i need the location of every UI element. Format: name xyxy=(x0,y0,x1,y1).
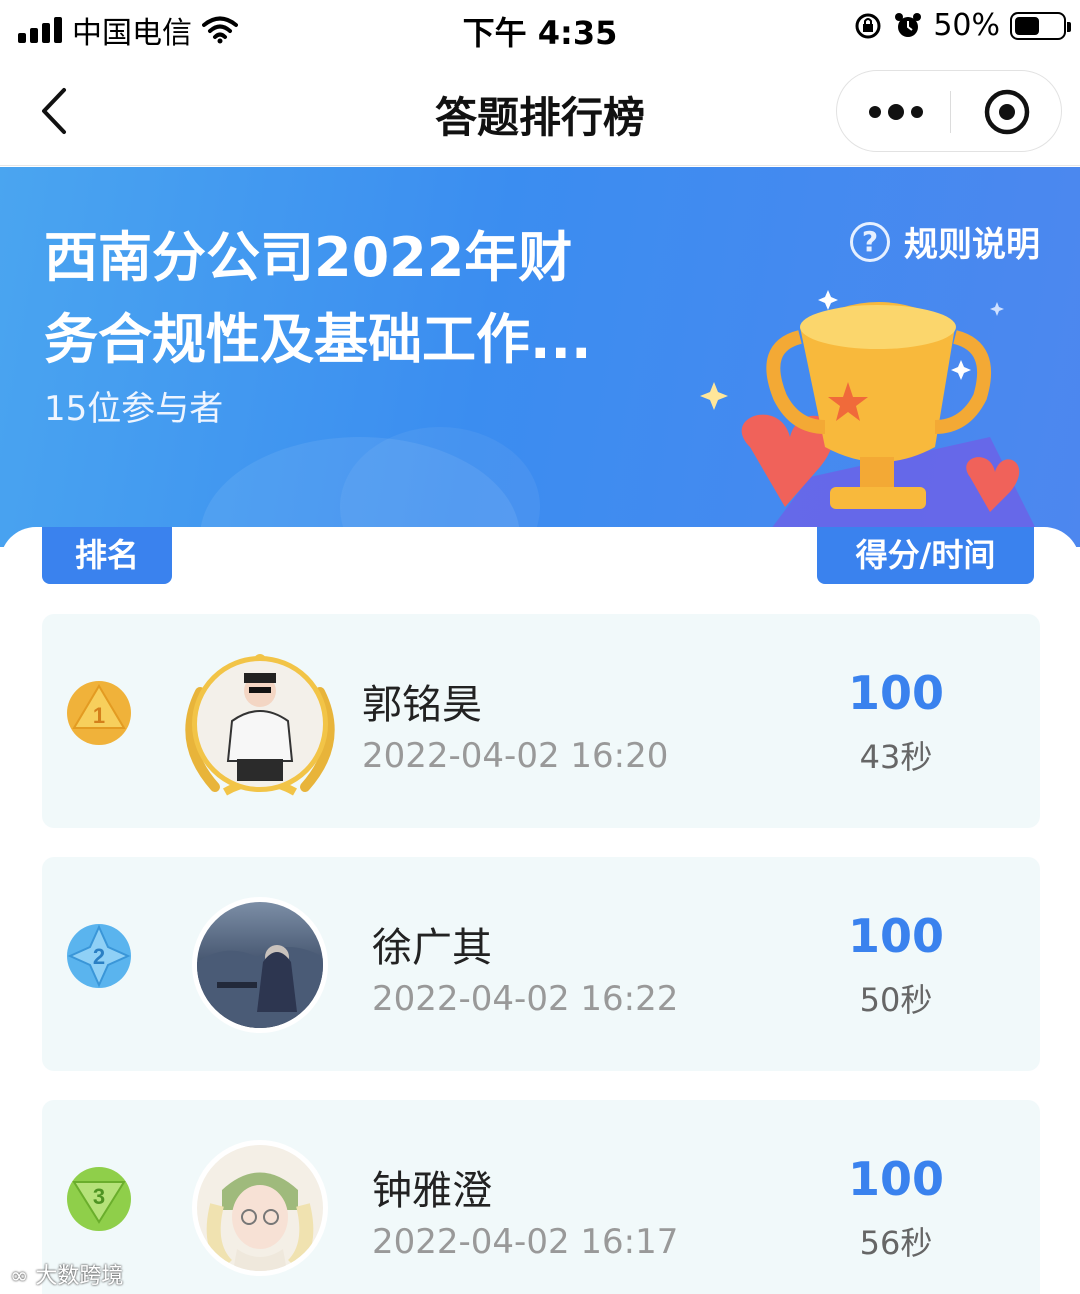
score-value: 100 xyxy=(847,909,945,963)
question-icon: ? xyxy=(850,221,890,262)
submission-datetime: 2022-04-02 16:20 xyxy=(362,736,669,776)
watermark-text: 大数跨境 xyxy=(35,1264,124,1289)
close-miniprogram-icon[interactable] xyxy=(982,87,1032,137)
rules-label: 规则说明 xyxy=(904,225,1040,265)
rank-number: 1 xyxy=(93,703,105,728)
score-time-header: 得分/时间 xyxy=(817,527,1034,584)
rank-2-medal-icon: 2 xyxy=(67,924,131,988)
rank-number: 3 xyxy=(93,1184,105,1209)
score-value: 100 xyxy=(847,1152,945,1206)
quiz-title-line-2: 务合规性及基础工作... xyxy=(44,308,592,371)
more-icon[interactable] xyxy=(867,97,925,127)
ranking-row[interactable]: 2 徐广其 2022-04-02 16:22 100 50秒 xyxy=(42,857,1040,1071)
quiz-title: 西南分公司2022年财 务合规性及基础工作... xyxy=(44,217,644,381)
trophy-icon xyxy=(700,290,1045,547)
duration-value: 56秒 xyxy=(859,1224,933,1262)
duration-value: 43秒 xyxy=(859,738,933,776)
rules-link[interactable]: ? 规则说明 xyxy=(850,217,1040,266)
nav-bar: 答题排行榜 xyxy=(0,56,1080,166)
avatar xyxy=(192,897,328,1033)
rank-header: 排名 xyxy=(42,527,172,584)
quiz-banner: 西南分公司2022年财 务合规性及基础工作... 15位参与者 ? 规则说明 xyxy=(0,167,1080,547)
battery-icon xyxy=(1010,11,1071,40)
rank-3-medal-icon: 3 xyxy=(67,1167,131,1231)
avatar xyxy=(192,1140,328,1276)
score-value: 100 xyxy=(847,666,945,720)
battery-percent: 50% xyxy=(933,8,1000,43)
duration-value: 50秒 xyxy=(859,981,933,1019)
watermark-logo-icon: ∞ xyxy=(10,1264,29,1289)
quiz-title-line-1: 西南分公司2022年财 xyxy=(44,226,573,289)
submission-datetime: 2022-04-02 16:22 xyxy=(372,979,679,1019)
orientation-lock-icon xyxy=(855,13,881,38)
submission-datetime: 2022-04-02 16:17 xyxy=(372,1222,679,1262)
ranking-row[interactable]: 1 郭铭昊 2022-04-02 16:20 100 43秒 xyxy=(42,614,1040,828)
capsule-divider xyxy=(950,91,951,133)
alarm-icon xyxy=(895,12,922,37)
participant-name: 郭铭昊 xyxy=(362,682,482,728)
rank-1-medal-icon: 1 xyxy=(67,681,131,745)
mini-program-capsule xyxy=(836,70,1062,152)
avatar xyxy=(185,654,335,796)
participant-name: 徐广其 xyxy=(372,925,492,971)
status-bar: 中国电信 下午 4:35 50% xyxy=(0,0,1080,56)
watermark: ∞ 大数跨境 xyxy=(10,1258,123,1290)
ranking-row[interactable]: 3 钟雅澄 2022-04-02 16:17 100 56秒 xyxy=(42,1100,1040,1294)
status-right: 50% xyxy=(853,8,1071,43)
participant-name: 钟雅澄 xyxy=(372,1168,492,1214)
rank-number: 2 xyxy=(93,944,105,969)
participant-count: 15位参与者 xyxy=(44,389,224,429)
